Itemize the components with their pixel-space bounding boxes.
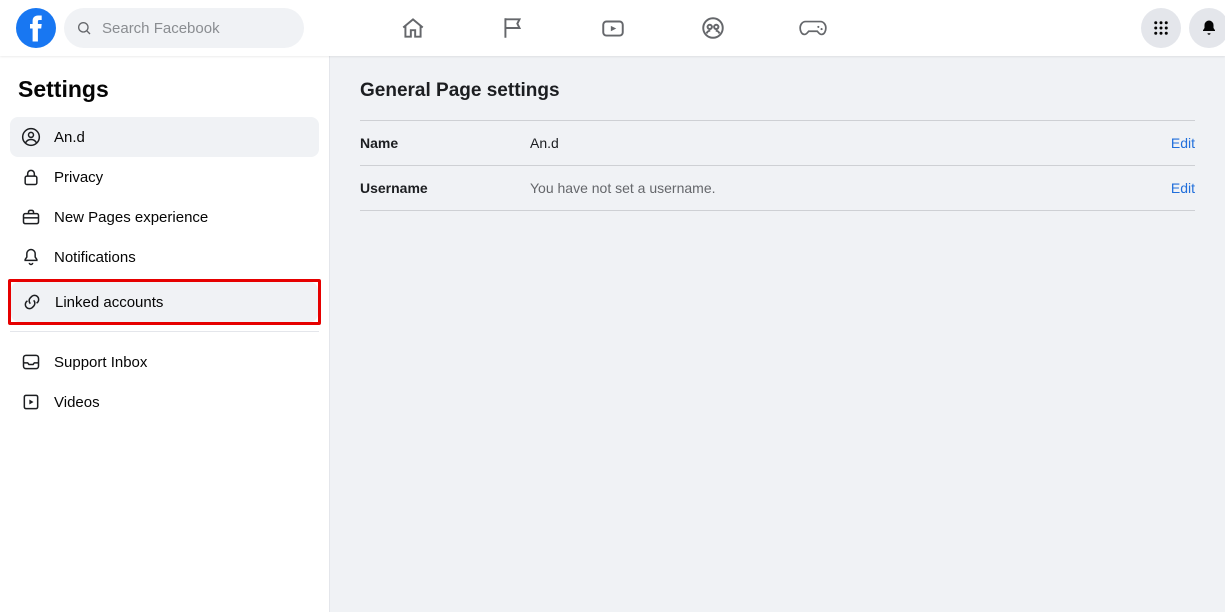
content: General Page settings Name An.d Edit Use… (330, 56, 1225, 612)
home-icon (400, 15, 426, 41)
sidebar-item-support-inbox[interactable]: Support Inbox (10, 342, 319, 382)
sidebar-divider (10, 331, 319, 332)
setting-row-name: Name An.d Edit (360, 120, 1195, 165)
facebook-logo[interactable] (16, 8, 56, 48)
main: Settings An.d Privacy New Pages experien… (0, 56, 1225, 612)
groups-icon (700, 15, 726, 41)
page-title: General Page settings (360, 80, 1195, 102)
sidebar-item-label: An.d (54, 129, 85, 146)
nav-watch[interactable] (563, 4, 663, 52)
menu-grid-icon (1152, 19, 1170, 37)
search-input[interactable] (100, 19, 292, 38)
sidebar-item-label: Support Inbox (54, 354, 147, 371)
bell-icon (1200, 19, 1218, 37)
sidebar-item-new-pages[interactable]: New Pages experience (10, 197, 319, 237)
sidebar-item-profile[interactable]: An.d (10, 117, 319, 157)
sidebar-item-notifications[interactable]: Notifications (10, 237, 319, 277)
sidebar: Settings An.d Privacy New Pages experien… (0, 56, 330, 612)
setting-value: An.d (530, 135, 1171, 151)
right-nav (1141, 8, 1209, 48)
sidebar-item-label: Notifications (54, 249, 136, 266)
notifications-button[interactable] (1189, 8, 1225, 48)
sidebar-item-linked-accounts[interactable]: Linked accounts (11, 282, 318, 322)
highlight-linked-accounts: Linked accounts (8, 279, 321, 325)
video-icon (600, 15, 626, 41)
nav-groups[interactable] (663, 4, 763, 52)
nav-gaming[interactable] (763, 4, 863, 52)
top-bar (0, 0, 1225, 56)
link-icon (21, 292, 43, 312)
setting-label: Name (360, 135, 530, 151)
briefcase-icon (20, 207, 42, 227)
sidebar-item-label: New Pages experience (54, 209, 208, 226)
menu-button[interactable] (1141, 8, 1181, 48)
sidebar-item-privacy[interactable]: Privacy (10, 157, 319, 197)
search-icon (76, 20, 92, 36)
gaming-icon (798, 15, 828, 41)
edit-username-link[interactable]: Edit (1171, 180, 1195, 196)
setting-label: Username (360, 180, 530, 196)
sidebar-item-label: Privacy (54, 169, 103, 186)
nav-home[interactable] (363, 4, 463, 52)
sidebar-item-label: Videos (54, 394, 100, 411)
edit-name-link[interactable]: Edit (1171, 135, 1195, 151)
inbox-icon (20, 352, 42, 372)
setting-row-username: Username You have not set a username. Ed… (360, 165, 1195, 211)
person-icon (20, 127, 42, 147)
flag-icon (500, 15, 526, 41)
sidebar-title: Settings (18, 76, 311, 103)
play-square-icon (20, 392, 42, 412)
sidebar-item-label: Linked accounts (55, 294, 163, 311)
bell-outline-icon (20, 247, 42, 267)
sidebar-item-videos[interactable]: Videos (10, 382, 319, 422)
setting-value: You have not set a username. (530, 180, 1171, 196)
nav-pages[interactable] (463, 4, 563, 52)
search-wrap[interactable] (64, 8, 304, 48)
lock-icon (20, 167, 42, 187)
